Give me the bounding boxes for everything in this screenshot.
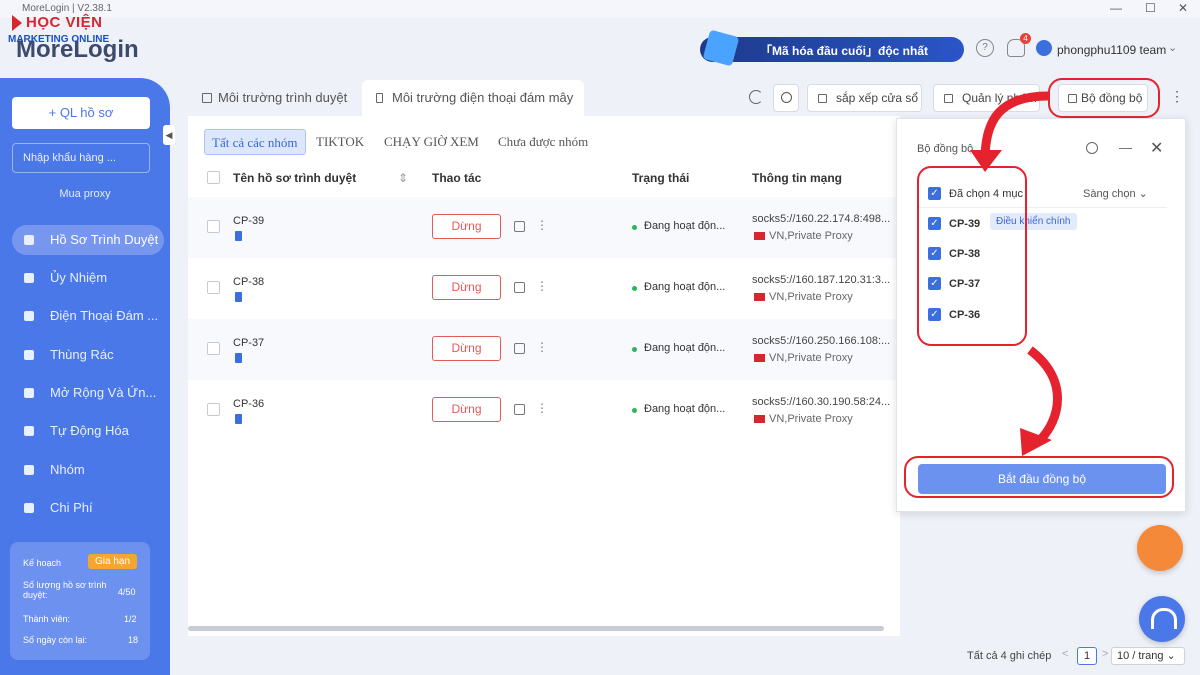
gift-icon[interactable]: [1137, 525, 1183, 571]
arrow-curve-2: [1027, 346, 1062, 444]
arrow-head-1: [970, 150, 1002, 172]
support-headset-icon[interactable]: [1139, 596, 1185, 642]
annotation-arrows: [970, 91, 1062, 456]
